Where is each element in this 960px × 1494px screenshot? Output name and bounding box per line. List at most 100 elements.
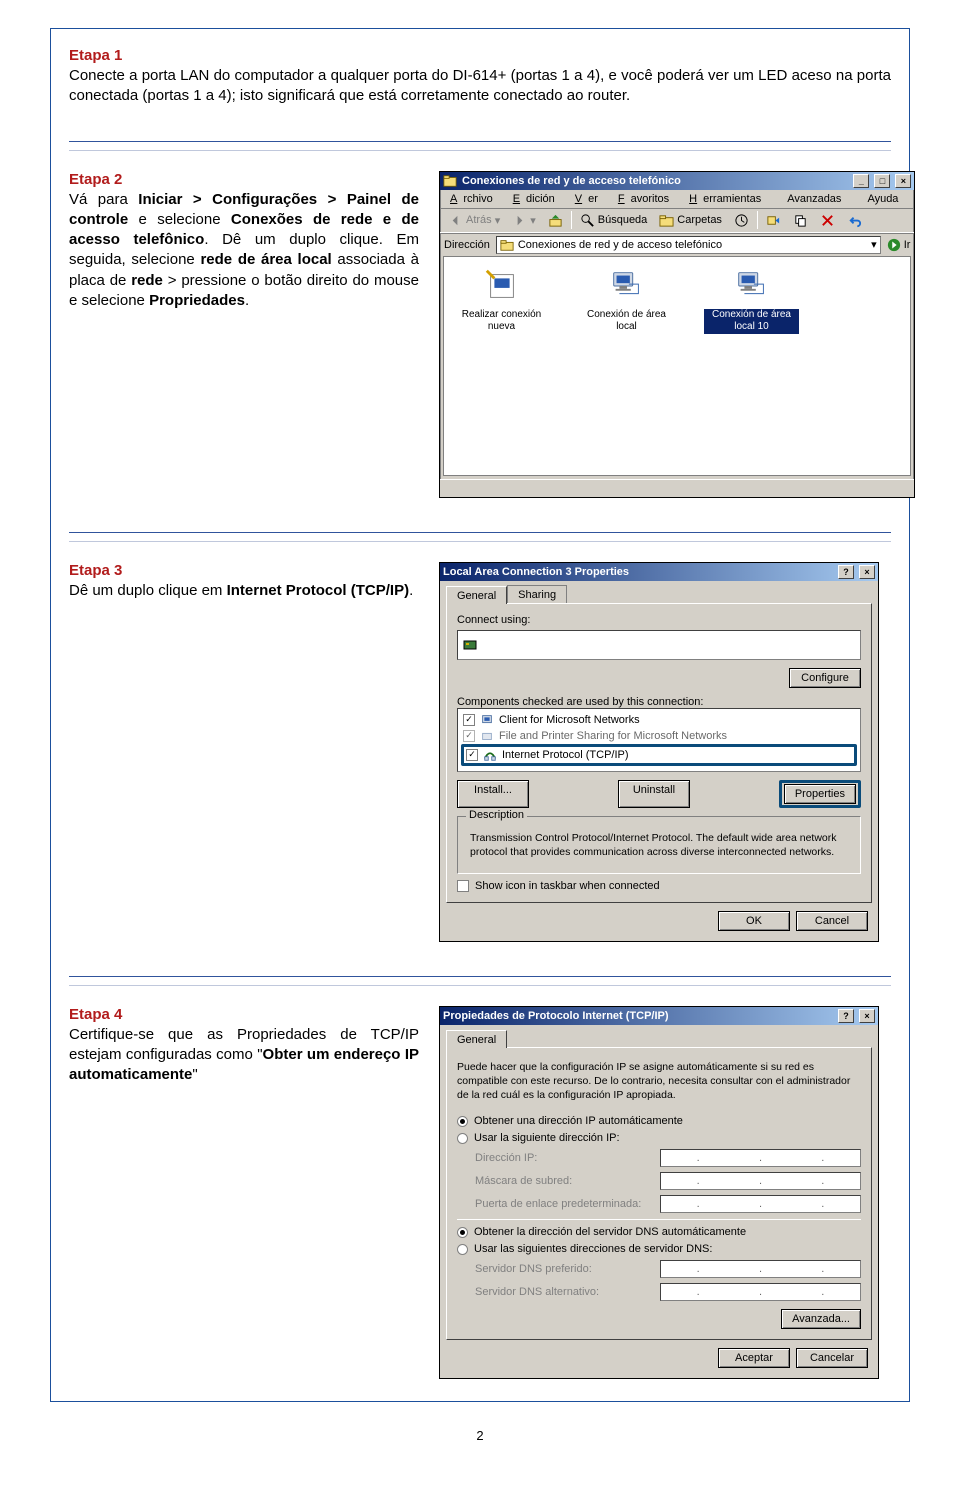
tab-sharing[interactable]: Sharing [507,585,567,603]
network-folder-icon [500,238,514,252]
mask-field: ... [660,1172,861,1190]
description-text: Transmission Control Protocol/Internet P… [466,827,852,863]
wizard-icon [483,267,521,305]
client-icon [480,713,494,727]
uninstall-button[interactable]: Uninstall [618,780,690,808]
explorer-menubar: Archivo Edición Ver Favoritos Herramient… [440,190,914,208]
explorer-titlebar[interactable]: Conexiones de red y de acceso telefónico… [440,172,914,190]
tab-general[interactable]: General [446,586,507,604]
connect-using-label: Connect using: [457,614,861,626]
checkbox-icon[interactable]: ✓ [466,749,478,761]
show-icon-label: Show icon in taskbar when connected [475,880,660,892]
radio-manual-ip[interactable] [457,1133,468,1144]
step3-title: Etapa 3 [69,562,419,579]
components-list[interactable]: ✓ Client for Microsoft Networks ✓ File a… [457,708,861,772]
step4-title: Etapa 4 [69,1006,419,1023]
show-icon-checkbox[interactable] [457,880,469,892]
close-button[interactable]: × [859,1009,875,1023]
folders-button[interactable]: Carpetas [655,211,726,230]
description-label: Description [466,809,527,821]
step-4: Etapa 4 Certifique-se que as Propriedade… [69,1006,891,1380]
divider [69,150,891,151]
page-frame: Etapa 1 Conecte a porta LAN do computado… [50,28,910,1402]
forward-button[interactable]: ▾ [508,211,540,230]
radio-auto-dns[interactable] [457,1227,468,1238]
move-to-button[interactable] [762,211,785,230]
item-new-connection[interactable]: Realizar conexión nueva [454,267,549,334]
item-local-area-connection-10[interactable]: Conexión de área local 10 [704,267,799,334]
step2-body: Vá para Iniciar > Configurações > Painel… [69,190,419,312]
tab-general[interactable]: General [446,1030,507,1048]
minimize-button[interactable]: _ [853,174,869,188]
dns1-field: ... [660,1260,861,1278]
up-button[interactable] [544,211,567,230]
network-folder-icon [443,174,457,188]
radio-manual-dns[interactable] [457,1244,468,1255]
go-button[interactable]: Ir [887,238,911,252]
tcpip-intro: Puede hacer que la configuración IP se a… [457,1058,861,1111]
share-icon [480,729,494,743]
tcpip-dialog: Propiedades de Protocolo Internet (TCP/I… [439,1006,879,1380]
step1-title: Etapa 1 [69,47,891,64]
accept-button[interactable]: Aceptar [718,1348,790,1368]
checkbox-icon[interactable]: ✓ [463,730,475,742]
menu-ayuda[interactable]: Ayuda [855,191,910,207]
close-button[interactable]: × [895,174,911,188]
tcpip-titlebar[interactable]: Propiedades de Protocolo Internet (TCP/I… [440,1007,878,1025]
undo-button[interactable] [843,211,866,230]
lacp-title: Local Area Connection 3 Properties [443,566,629,578]
divider [69,541,891,542]
help-button[interactable]: ? [838,1009,854,1023]
back-button[interactable]: Atrás ▾ [444,211,504,230]
address-label: Dirección [444,239,490,251]
cancel-button[interactable]: Cancelar [796,1348,868,1368]
ip-field: ... [660,1149,861,1167]
maximize-button[interactable]: □ [874,174,890,188]
install-button[interactable]: Install... [457,780,529,808]
adapter-field[interactable] [457,630,861,660]
ok-button[interactable]: OK [718,911,790,931]
status-bar [440,479,914,497]
components-label: Components checked are used by this conn… [457,696,861,708]
menu-edicion[interactable]: Edición [507,191,567,207]
step4-body: Certifique-se que as Propriedades de TCP… [69,1025,419,1086]
copy-to-button[interactable] [789,211,812,230]
lan-icon [733,267,771,305]
properties-button[interactable]: Properties [784,784,856,804]
menu-herramientas[interactable]: Herramientas [683,191,773,207]
step-3: Etapa 3 Dê um duplo clique em Internet P… [69,562,891,942]
lacp-titlebar[interactable]: Local Area Connection 3 Properties ? × [440,563,878,581]
history-button[interactable] [730,211,753,230]
radio-auto-ip[interactable] [457,1116,468,1127]
menu-avanzadas[interactable]: Avanzadas [775,191,853,207]
cancel-button[interactable]: Cancel [796,911,868,931]
help-button[interactable]: ? [838,565,854,579]
menu-favoritos[interactable]: Favoritos [612,191,681,207]
step3-body: Dê um duplo clique em Internet Protocol … [69,581,419,601]
lan-icon [608,267,646,305]
menu-ver[interactable]: Ver [569,191,610,207]
dns2-field: ... [660,1283,861,1301]
menu-archivo[interactable]: Archivo [444,191,505,207]
tcpip-item[interactable]: ✓ Internet Protocol (TCP/IP) [461,744,857,766]
close-button[interactable]: × [859,565,875,579]
page-number: 2 [50,1428,910,1443]
explorer-title: Conexiones de red y de acceso telefónico [462,175,681,187]
explorer-toolbar: Atrás ▾ ▾ Búsqueda Carpet [440,208,914,233]
search-button[interactable]: Búsqueda [576,211,652,230]
address-field[interactable]: Conexiones de red y de acceso telefónico… [496,236,881,254]
step1-body: Conecte a porta LAN do computador a qual… [69,66,891,107]
protocol-icon [483,748,497,762]
delete-button[interactable] [816,211,839,230]
item-local-area-connection[interactable]: Conexión de área local [579,267,674,334]
divider [69,141,891,142]
checkbox-icon[interactable]: ✓ [463,714,475,726]
step-1: Etapa 1 Conecte a porta LAN do computado… [69,47,891,107]
step2-title: Etapa 2 [69,171,419,188]
nic-icon [462,637,478,653]
gateway-field: ... [660,1195,861,1213]
advanced-button[interactable]: Avanzada... [781,1309,861,1329]
divider [69,532,891,533]
configure-button[interactable]: Configure [789,668,861,688]
explorer-content: Realizar conexión nueva Conexión de área… [443,256,911,476]
